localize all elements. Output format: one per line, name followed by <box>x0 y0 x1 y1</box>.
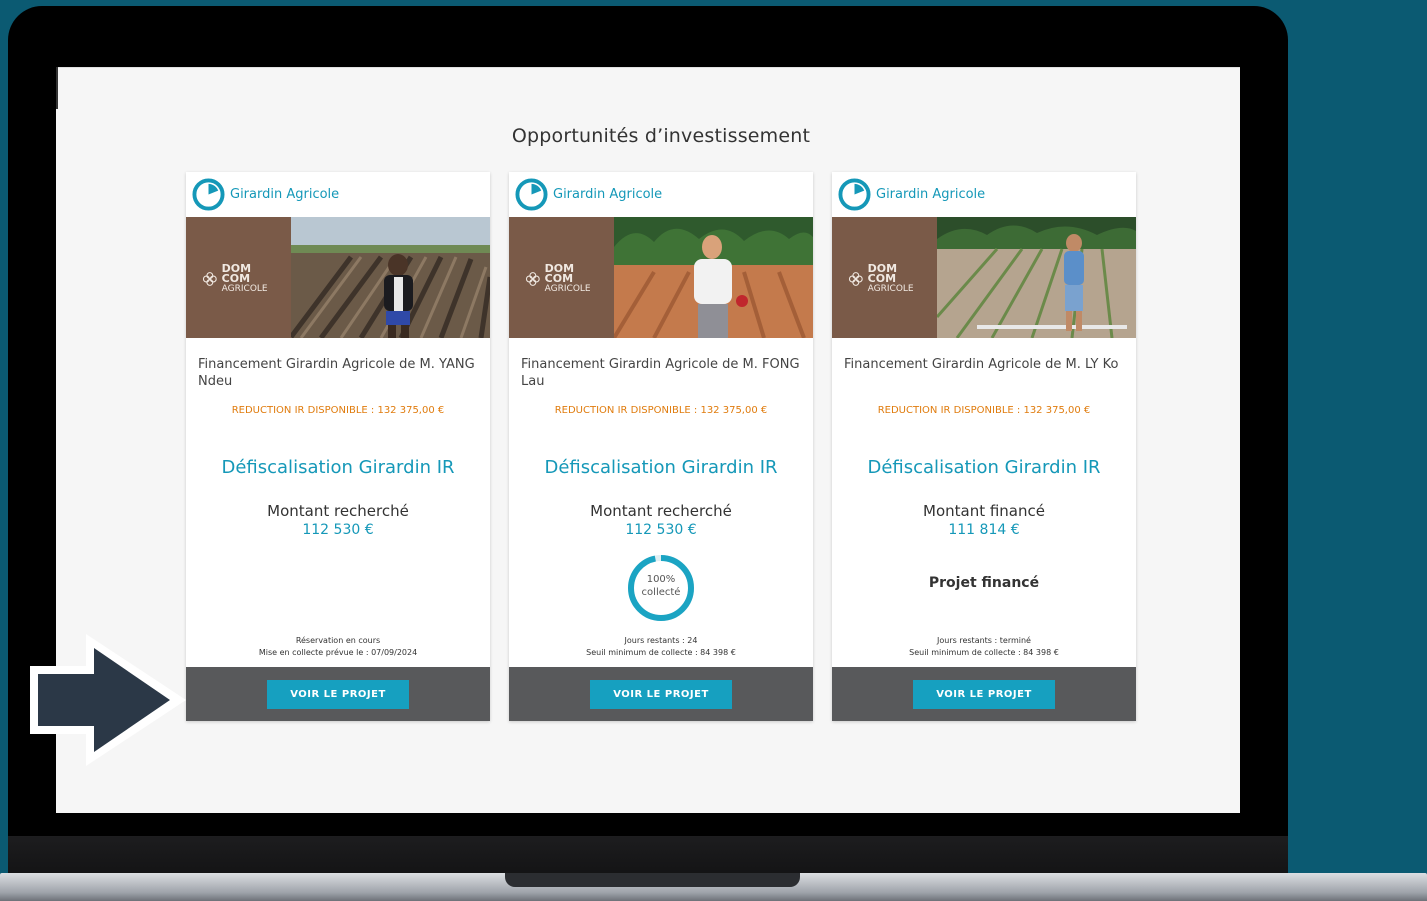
pie-chart-icon <box>515 178 548 211</box>
amount-label: Montant financé <box>923 502 1045 520</box>
flower-logo-icon <box>525 272 540 286</box>
top-border <box>56 67 1240 68</box>
project-status: Projet financé <box>928 575 1040 591</box>
brand-panel: DOM COM AGRICOLE <box>509 217 614 338</box>
left-edge-line <box>56 67 58 109</box>
brand-name: Girardin Agricole <box>876 187 986 202</box>
tax-reduction-text: REDUCTION IR DISPONIBLE : 132 375,00 € <box>554 405 768 416</box>
project-image: DOM COM AGRICOLE <box>509 217 813 338</box>
logo-line2: AGRICOLE <box>867 284 914 294</box>
info-line-days: Jours restants : 24 <box>624 636 698 645</box>
amount-label: Montant recherché <box>267 502 409 520</box>
project-description: Financement Girardin Agricole de M. FONG… <box>521 357 800 389</box>
view-project-button[interactable]: VOIR LE PROJET <box>913 680 1055 709</box>
arrow-right-icon <box>30 634 186 766</box>
amount-value: 111 814 € <box>948 522 1020 538</box>
info-line-threshold: Seuil minimum de collecte : 84 398 € <box>909 648 1059 657</box>
view-project-button[interactable]: VOIR LE PROJET <box>267 680 409 709</box>
page-title: Opportunités d’investissement <box>511 125 811 147</box>
tax-reduction-text: REDUCTION IR DISPONIBLE : 132 375,00 € <box>877 405 1091 416</box>
brand-panel: DOM COM AGRICOLE <box>832 217 937 338</box>
domcom-logo: DOM COM AGRICOLE <box>848 262 928 294</box>
card-footer: VOIR LE PROJET <box>509 667 813 721</box>
info-line-date: Mise en collecte prévue le : 07/09/2024 <box>258 648 418 657</box>
flower-logo-icon <box>848 272 863 286</box>
project-card-ly: Girardin Agricole DOM COM AGRICOLE Finan… <box>832 172 1136 721</box>
pie-chart-icon <box>838 178 871 211</box>
info-line-threshold: Seuil minimum de collecte : 84 398 € <box>586 648 736 657</box>
product-title: Défiscalisation Girardin IR <box>544 457 778 478</box>
card-info: Jours restants : terminé Seuil minimum d… <box>832 635 1136 659</box>
flower-logo-icon <box>202 272 217 286</box>
info-line-status: Réservation en cours <box>295 636 381 645</box>
laptop-notch <box>505 873 800 887</box>
card-header: Girardin Agricole <box>509 172 813 217</box>
domcom-logo: DOM COM AGRICOLE <box>202 262 282 294</box>
amount-label: Montant recherché <box>590 502 732 520</box>
project-description: Financement Girardin Agricole de M. LY K… <box>844 357 1119 372</box>
card-info: Jours restants : 24 Seuil minimum de col… <box>509 635 813 659</box>
project-description: Financement Girardin Agricole de M. YANG… <box>198 357 475 389</box>
logo-line1: DOM COM <box>544 262 575 285</box>
pie-chart-icon <box>192 178 225 211</box>
logo-line2: AGRICOLE <box>221 284 268 294</box>
card-info: Réservation en cours Mise en collecte pr… <box>186 635 490 659</box>
brand-name: Girardin Agricole <box>230 187 340 202</box>
project-card-fong: Girardin Agricole DOM COM AGRICOLE Finan… <box>509 172 813 721</box>
logo-line2: AGRICOLE <box>544 284 591 294</box>
brand-name: Girardin Agricole <box>553 187 663 202</box>
brand-panel: DOM COM AGRICOLE <box>186 217 291 338</box>
progress-percent: 100% <box>646 574 676 585</box>
logo-line1: DOM COM <box>867 262 898 285</box>
domcom-logo: DOM COM AGRICOLE <box>525 262 605 294</box>
product-title: Défiscalisation Girardin IR <box>867 457 1101 478</box>
farmer-photo <box>614 217 813 338</box>
tax-reduction-text: REDUCTION IR DISPONIBLE : 132 375,00 € <box>231 405 445 416</box>
project-card-yang: Girardin Agricole DOM COM AGRICOLE Finan… <box>186 172 490 721</box>
product-title: Défiscalisation Girardin IR <box>221 457 455 478</box>
card-header: Girardin Agricole <box>186 172 490 217</box>
card-footer: VOIR LE PROJET <box>186 667 490 721</box>
progress-text: 100% collecté <box>626 573 696 599</box>
project-image: DOM COM AGRICOLE <box>186 217 490 338</box>
view-project-button[interactable]: VOIR LE PROJET <box>590 680 732 709</box>
farmer-photo <box>291 217 490 338</box>
project-image: DOM COM AGRICOLE <box>832 217 1136 338</box>
amount-value: 112 530 € <box>302 522 374 538</box>
card-header: Girardin Agricole <box>832 172 1136 217</box>
logo-line1: DOM COM <box>221 262 252 285</box>
card-footer: VOIR LE PROJET <box>832 667 1136 721</box>
farmer-photo <box>937 217 1136 338</box>
progress-label: collecté <box>641 587 681 598</box>
amount-value: 112 530 € <box>625 522 697 538</box>
screen: Opportunités d’investissement Girardin A… <box>56 67 1240 813</box>
info-line-days: Jours restants : terminé <box>937 636 1031 645</box>
